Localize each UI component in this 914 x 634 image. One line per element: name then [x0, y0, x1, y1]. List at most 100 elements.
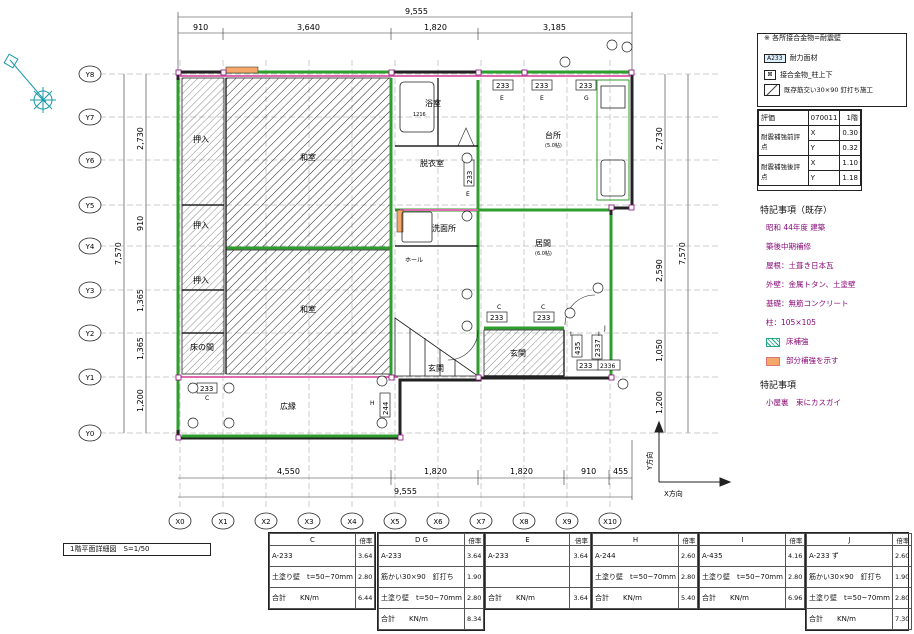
grid-y4: Y4 [85, 243, 95, 251]
spec-c-head: 倍率 [354, 533, 376, 546]
spec-i-r2: 土塗り壁 t=50~70mm [699, 566, 786, 588]
legend-code: A233 [764, 53, 786, 63]
stat-after-x: 1.10 [839, 155, 861, 171]
stat-after-label: 耐震補強後評点 [758, 155, 809, 186]
spec-e-r1: A-233 [485, 545, 570, 567]
room-genkan: 玄関 [510, 348, 526, 358]
stat-before-x-axis: X [807, 125, 841, 141]
room-hall: ホール [405, 257, 423, 264]
spec-h-r3: 合計 KN/m [592, 587, 679, 609]
floor-reinforce-icon [766, 337, 780, 347]
wall-code-4: 233 [466, 171, 474, 184]
stat-after-y: 1.18 [839, 170, 861, 186]
dim-top-1: 910 [193, 23, 208, 32]
dim-bottom-3: 1,820 [510, 467, 533, 476]
legend-item-3: 既存筋交い30×90 釘打ち施工 [784, 86, 874, 94]
wall-code-12: 2337 [594, 339, 602, 357]
grid-y3: Y3 [85, 287, 95, 295]
joint-icon: ⊠ [764, 70, 776, 80]
note-4: 外壁：金属トタン、土塗壁 [766, 280, 856, 289]
dim-bottom-4: 910 [581, 467, 596, 476]
wall-letter-7: I [570, 331, 572, 338]
wall-letter-1: E [500, 95, 504, 102]
legend-header: ※ 各所接合金物=耐震壁 [764, 34, 841, 42]
room-oshiire-3: 押入 [193, 275, 209, 285]
kitchen-counter [596, 79, 630, 201]
evaluation-table: 評価 070011 1階 耐震補強前評点 X 0.30 Y 0.32 耐震補強後評点 X 1.… [757, 109, 862, 191]
legend-row-1: A233 耐力面材 [764, 53, 818, 63]
note-1: 昭和 44年度 建築 [766, 223, 826, 232]
room-kitchen-sub: (5.0帖) [545, 142, 562, 149]
dim-left-total: 7,570 [114, 242, 123, 265]
dim-right-3: 1,050 [655, 339, 664, 362]
north-compass-icon [3, 53, 56, 113]
grid-x4: X4 [347, 518, 357, 526]
spec-e-head: 倍率 [569, 533, 591, 546]
spec-e-r3: 合計 KN/m [485, 587, 570, 609]
room-oshiire-1: 押入 [193, 134, 209, 144]
wall-code-10: 244 [382, 401, 390, 415]
spec-e-v2 [569, 566, 591, 588]
room-bath: 浴室 [425, 98, 441, 108]
stat-before-y: 0.32 [839, 140, 861, 156]
room-hiroen: 広縁 [280, 401, 296, 411]
spec-j-r4: 合計 KN/m [806, 608, 893, 630]
spec-e-label: E [485, 533, 570, 546]
spec-i-v1: 4.16 [784, 545, 806, 567]
notes-title-2: 特記事項 [760, 381, 797, 391]
grid-x0: X0 [175, 518, 184, 526]
legend-row-2: ⊠ 接合金物_柱上下 [764, 70, 833, 80]
spec-i-label: I [699, 533, 786, 546]
special-notes: 特記事項（既存） 昭和 44年度 建築 築後中期補修 屋根：土葺き日本瓦 外壁：… [760, 203, 910, 416]
spec-j-r1: A-233 ず [806, 545, 893, 567]
spec-e-r2 [485, 566, 570, 588]
note-7: 床補強 [786, 337, 809, 346]
wall-letter-5: C [497, 304, 501, 311]
stat-label: 評価 [758, 110, 809, 126]
spec-j-r3: 土塗り壁 t=50~70mm [806, 587, 893, 609]
drawing-title: 1階平面詳細図 S=1/50 [63, 543, 211, 556]
partial-reinforce-icon [766, 356, 780, 366]
stat-after-x-axis: X [807, 155, 841, 171]
spec-e-v3: 3.64 [569, 587, 591, 609]
spec-dg-v2: 1.90 [463, 566, 485, 588]
note-6: 柱：105×105 [766, 318, 816, 327]
wall-letter-3: G [584, 95, 589, 102]
wall-code-3: 233 [579, 82, 592, 90]
spec-dg-label: D G [378, 533, 465, 546]
spec-j-r2: 筋かい30×90 釘打ち [806, 566, 893, 588]
wall-code-1: 233 [496, 82, 509, 90]
wall-code-7: 233 [200, 385, 213, 393]
spec-i-v3: 6.96 [784, 587, 806, 609]
room-oshiire-2: 押入 [193, 220, 209, 230]
wall-code-11: 435 [574, 342, 582, 355]
spec-c-label: C [269, 533, 356, 546]
spec-dg-r1: A-233 [378, 545, 465, 567]
wall-letter-4: E [466, 191, 470, 198]
wall-code-2: 233 [535, 82, 548, 90]
room-washitsu-1: 和室 [300, 152, 316, 162]
stat-after-y-axis: Y [807, 170, 841, 186]
note-5: 基礎：無筋コンクリート [766, 299, 849, 308]
wall-letter-2: E [540, 95, 544, 102]
room-bath-note: 1216 [413, 112, 426, 118]
dim-left-4: 1,365 [136, 337, 145, 360]
spec-h-r1: A-244 [592, 545, 679, 567]
grid-y0: Y0 [85, 430, 95, 438]
spec-dg-r3: 土塗り壁 t=50~70mm [378, 587, 465, 609]
spec-table-j: J 倍率 A-233 ず 2.60 筋かい30×90 釘打ち 1.90 土塗り壁 t=… [805, 532, 913, 631]
spec-dg-r2: 筋かい30×90 釘打ち [378, 566, 465, 588]
spec-j-label: J [806, 533, 893, 546]
grid-x8: X8 [519, 518, 528, 526]
dim-bottom-5: 455 [613, 467, 628, 476]
spec-c-v3: 6.44 [354, 587, 376, 609]
spec-dg-r4: 合計 KN/m [378, 608, 465, 630]
grid-x5: X5 [390, 518, 399, 526]
spec-j-v3: 2.80 [891, 587, 913, 609]
wall-code-5: 233 [490, 314, 503, 322]
spec-c-r1: A-233 [269, 545, 356, 567]
legend-item-2: 接合金物_柱上下 [780, 71, 833, 79]
brace-icon [764, 84, 780, 96]
spec-h-label: H [592, 533, 679, 546]
stat-before-x: 0.30 [839, 125, 861, 141]
